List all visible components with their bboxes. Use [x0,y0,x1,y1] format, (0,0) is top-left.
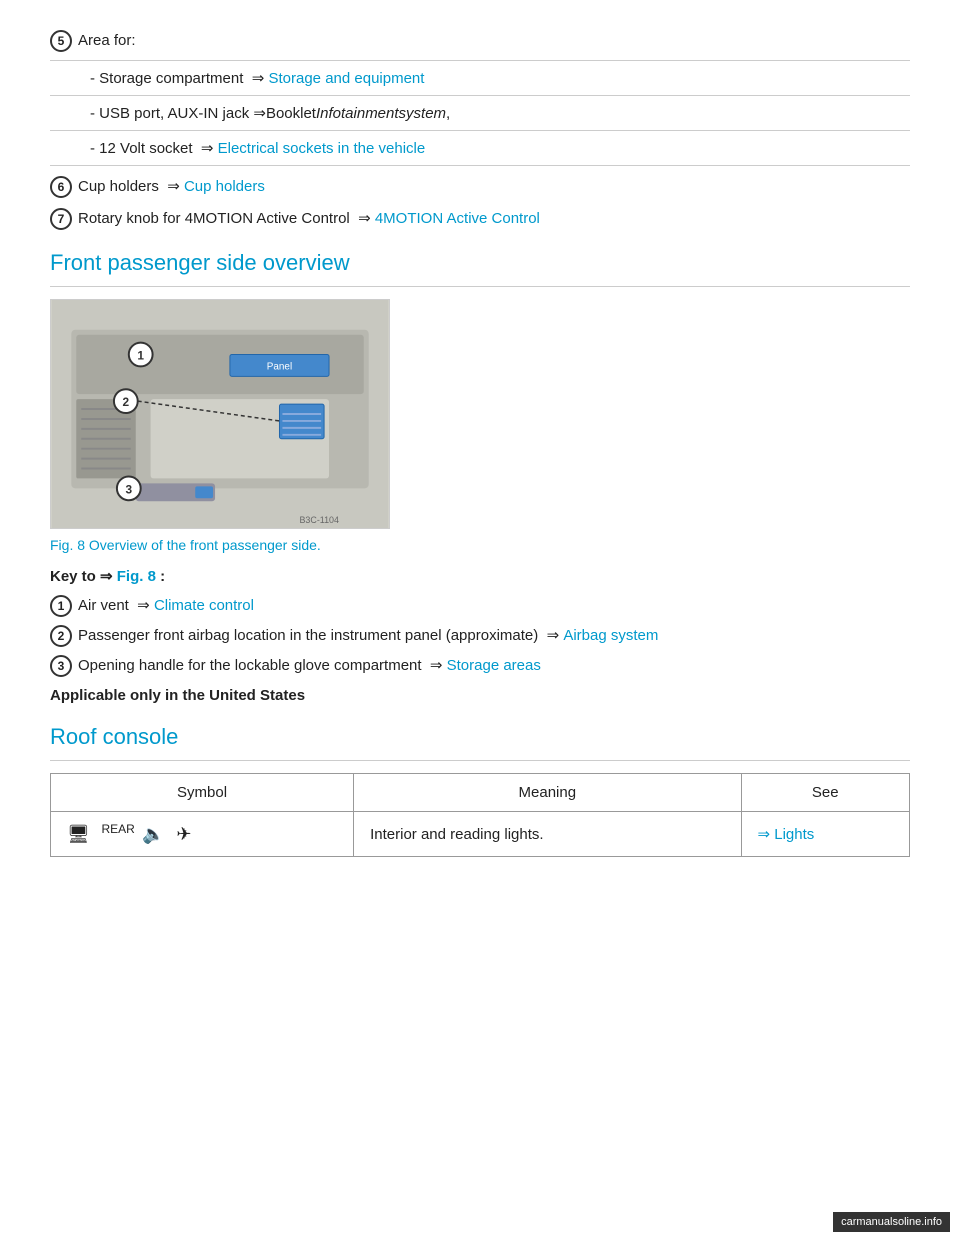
item7-text: Rotary knob for 4MOTION Active Control ⇒… [78,209,540,227]
svg-text:B3C-1104: B3C-1104 [300,515,339,525]
circle-k1: 1 [50,595,72,617]
key-to-label: Key to ⇒ Fig. 8 : [50,567,910,585]
booklet-italic: Infotainmentsystem [316,105,446,122]
section2-divider [50,760,910,761]
lights-link[interactable]: ⇒ Lights [758,826,815,843]
footer-watermark: carmanualsoline.info [833,1212,950,1232]
4motion-link[interactable]: 4MOTION Active Control [375,210,540,227]
sub-item-usb-text: - USB port, AUX-IN jack ⇒BookletInfotain… [90,104,450,122]
divider-3 [50,130,910,131]
sub-item-usb: - USB port, AUX-IN jack ⇒BookletInfotain… [90,104,910,122]
section1-title: Front passenger side overview [50,250,910,276]
col-header-meaning: Meaning [354,774,741,812]
sub-item-12v: - 12 Volt socket ⇒ Electrical sockets in… [90,139,910,157]
cup-holders-link[interactable]: Cup holders [184,178,265,195]
col-header-see: See [741,774,909,812]
circle-7: 7 [50,208,72,230]
arrow-1: ⇒ [252,70,265,87]
fig8-link[interactable]: Fig. 8 [113,568,156,585]
key-item-3-text: Opening handle for the lockable glove co… [78,656,541,674]
table-row: 🖥 REAR 🔈 ✈ Interior and reading lights. … [51,812,910,857]
circle-k3: 3 [50,655,72,677]
col-header-symbol: Symbol [51,774,354,812]
svg-text:Panel: Panel [267,361,292,372]
car-image-svg: Panel 1 2 3 B3C-1104 [51,300,389,528]
item6-text: Cup holders ⇒ Cup holders [78,177,265,195]
circle-5: 5 [50,30,72,52]
item7-row: 7 Rotary knob for 4MOTION Active Control… [50,208,910,230]
key-item-2-text: Passenger front airbag location in the i… [78,626,658,644]
sub-item-storage: - Storage compartment ⇒ Storage and equi… [90,69,910,87]
see-cell: ⇒ Lights [741,812,909,857]
symbol-cell: 🖥 REAR 🔈 ✈ [51,812,354,857]
key-item-3: 3 Opening handle for the lockable glove … [50,655,910,677]
meaning-text: Interior and reading lights. [370,826,543,843]
car-image: Panel 1 2 3 B3C-1104 [50,299,390,529]
area-for-label: Area for: [78,32,136,49]
table-header-row: Symbol Meaning See [51,774,910,812]
climate-control-link[interactable]: Climate control [154,597,254,614]
key-item-2: 2 Passenger front airbag location in the… [50,625,910,647]
key-to-text: Key to [50,568,100,585]
storage-areas-link[interactable]: Storage areas [447,657,541,674]
item5-row: 5 Area for: [50,30,910,52]
roof-console-table: Symbol Meaning See 🖥 REAR 🔈 ✈ Interior a… [50,773,910,857]
sub-item-storage-text: - Storage compartment ⇒ Storage and equi… [90,69,424,87]
divider-4 [50,165,910,166]
circle-k2: 2 [50,625,72,647]
symbol-icons: 🖥 REAR 🔈 ✈ [67,824,196,844]
storage-equipment-link[interactable]: Storage and equipment [268,70,424,87]
svg-text:3: 3 [125,482,132,496]
key-arrow: ⇒ [100,568,113,585]
electrical-sockets-link[interactable]: Electrical sockets in the vehicle [218,140,426,157]
section2-title: Roof console [50,724,910,750]
divider-2 [50,95,910,96]
circle-6: 6 [50,176,72,198]
divider-1 [50,60,910,61]
airbag-system-link[interactable]: Airbag system [563,627,658,644]
fig-caption: Fig. 8 Overview of the front passenger s… [50,537,910,553]
key-item-1: 1 Air vent ⇒ Climate control [50,595,910,617]
sub-item-12v-text: - 12 Volt socket ⇒ Electrical sockets in… [90,139,425,157]
key-colon: : [156,568,165,585]
svg-text:2: 2 [123,395,130,409]
svg-text:1: 1 [137,348,144,362]
item6-row: 6 Cup holders ⇒ Cup holders [50,176,910,198]
key-item-1-text: Air vent ⇒ Climate control [78,596,254,614]
applicable-text: Applicable only in the United States [50,687,910,704]
meaning-cell: Interior and reading lights. [354,812,741,857]
page-container: 5 Area for: - Storage compartment ⇒ Stor… [0,0,960,1242]
section1-divider [50,286,910,287]
